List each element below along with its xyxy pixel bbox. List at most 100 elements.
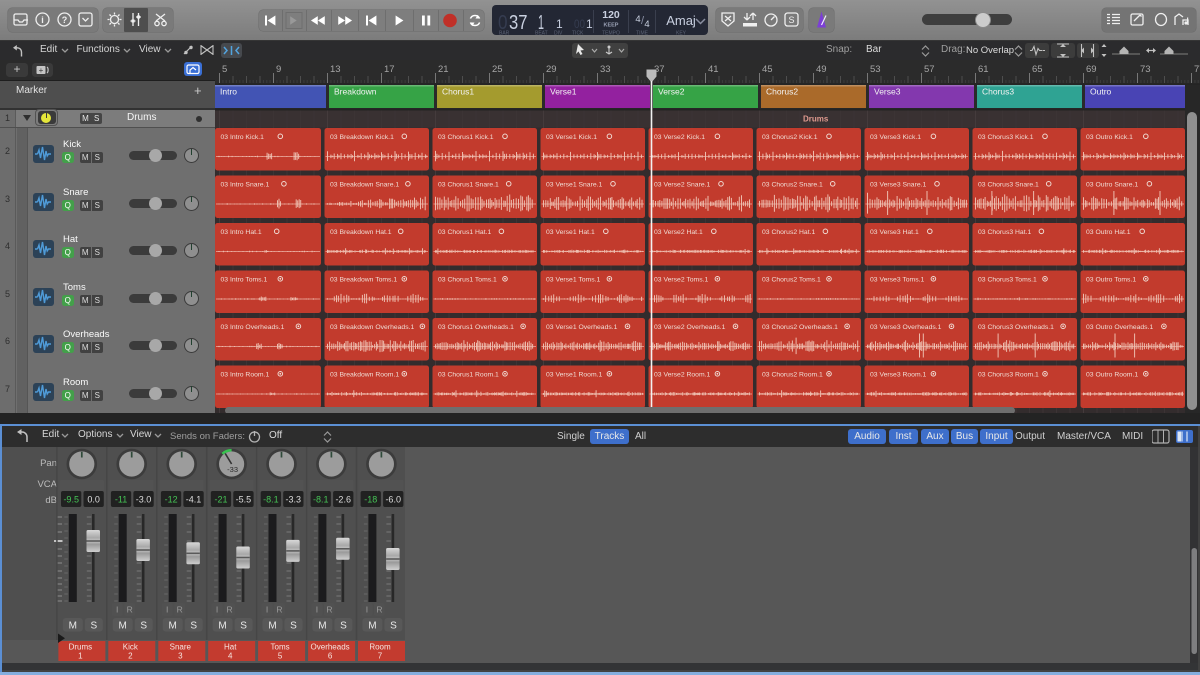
svg-text:TEMPO: TEMPO <box>602 31 620 36</box>
svg-text:DIV: DIV <box>554 31 563 36</box>
svg-text:03 Verse3 Toms.1: 03 Verse3 Toms.1 <box>870 277 925 284</box>
svg-text:03 Intro Room.1: 03 Intro Room.1 <box>221 372 270 379</box>
svg-text:03 Chorus3 Kick.1: 03 Chorus3 Kick.1 <box>978 134 1034 141</box>
svg-text:03 Verse2 Room.1: 03 Verse2 Room.1 <box>654 372 711 379</box>
svg-text:Drums: Drums <box>803 115 829 124</box>
svg-text:Breakdown: Breakdown <box>334 87 377 97</box>
svg-text:-8.1: -8.1 <box>313 495 329 505</box>
svg-text:03 Chorus1 Hat.1: 03 Chorus1 Hat.1 <box>438 229 491 236</box>
svg-text:69: 69 <box>1086 64 1097 75</box>
svg-text:03 Verse3 Kick.1: 03 Verse3 Kick.1 <box>870 134 921 141</box>
svg-text:03 Chorus2 Hat.1: 03 Chorus2 Hat.1 <box>762 229 815 236</box>
svg-text:13: 13 <box>330 64 341 75</box>
svg-text:Drums: Drums <box>69 643 93 652</box>
svg-text:03 Breakdown Overheads.1: 03 Breakdown Overheads.1 <box>330 324 414 331</box>
svg-text:BAR: BAR <box>499 31 510 36</box>
svg-text:M: M <box>69 621 77 632</box>
svg-text:+: + <box>39 66 44 75</box>
svg-text:00: 00 <box>574 17 585 31</box>
svg-text:-2.6: -2.6 <box>335 495 351 505</box>
svg-text:I: I <box>366 605 368 615</box>
svg-text:-11: -11 <box>115 495 127 505</box>
svg-text:03 Verse1 Hat.1: 03 Verse1 Hat.1 <box>546 229 595 236</box>
svg-text:03 Outro Room.1: 03 Outro Room.1 <box>1086 372 1138 379</box>
svg-text:3: 3 <box>178 652 183 661</box>
svg-text:03 Chorus3 Hat.1: 03 Chorus3 Hat.1 <box>978 229 1031 236</box>
svg-text:S: S <box>90 621 97 632</box>
svg-text:03 Chorus1 Toms.1: 03 Chorus1 Toms.1 <box>438 277 497 284</box>
svg-text:21: 21 <box>438 64 449 75</box>
svg-text:41: 41 <box>708 64 719 75</box>
svg-text:03 Verse2 Snare.1: 03 Verse2 Snare.1 <box>654 182 711 189</box>
svg-text:4: 4 <box>644 19 649 30</box>
svg-text:7: 7 <box>378 652 383 661</box>
svg-text:Verse3: Verse3 <box>874 87 901 97</box>
svg-text:-33: -33 <box>227 465 238 474</box>
svg-text:03 Breakdown Snare.1: 03 Breakdown Snare.1 <box>330 182 399 189</box>
svg-text:S: S <box>290 621 297 632</box>
svg-text:03 Chorus3 Overheads.1: 03 Chorus3 Overheads.1 <box>978 324 1054 331</box>
svg-text:S: S <box>340 621 347 632</box>
svg-text:120: 120 <box>602 9 620 21</box>
svg-text:03 Chorus3 Room.1: 03 Chorus3 Room.1 <box>978 372 1039 379</box>
svg-text:S: S <box>390 621 397 632</box>
svg-text:S: S <box>240 621 247 632</box>
svg-text:Chorus2: Chorus2 <box>766 87 798 97</box>
svg-text:I: I <box>316 605 318 615</box>
svg-text:-5.5: -5.5 <box>236 495 252 505</box>
svg-text:M: M <box>218 621 226 632</box>
svg-text:I: I <box>216 605 218 615</box>
svg-text:03 Verse3 Snare.1: 03 Verse3 Snare.1 <box>870 182 927 189</box>
svg-text:03 Intro Kick.1: 03 Intro Kick.1 <box>221 134 265 141</box>
svg-text:M: M <box>368 621 376 632</box>
svg-text:I: I <box>116 605 118 615</box>
svg-text:dB: dB <box>45 495 57 506</box>
svg-text:03 Chorus3 Snare.1: 03 Chorus3 Snare.1 <box>978 182 1039 189</box>
svg-text:03 Breakdown Hat.1: 03 Breakdown Hat.1 <box>330 229 392 236</box>
svg-text:03 Chorus3 Toms.1: 03 Chorus3 Toms.1 <box>978 277 1037 284</box>
svg-text:03 Intro Overheads.1: 03 Intro Overheads.1 <box>221 324 285 331</box>
svg-text:Overheads: Overheads <box>311 643 350 652</box>
svg-text:03 Chorus2 Room.1: 03 Chorus2 Room.1 <box>762 372 823 379</box>
svg-text:9: 9 <box>276 64 281 75</box>
svg-text:03 Breakdown Toms.1: 03 Breakdown Toms.1 <box>330 277 397 284</box>
svg-text:03 Verse2 Kick.1: 03 Verse2 Kick.1 <box>654 134 705 141</box>
svg-text:03 Intro Hat.1: 03 Intro Hat.1 <box>221 229 262 236</box>
svg-text:-21: -21 <box>214 495 227 505</box>
svg-text:0.0: 0.0 <box>87 495 100 505</box>
svg-text:03 Breakdown Kick.1: 03 Breakdown Kick.1 <box>330 134 394 141</box>
svg-text:-12: -12 <box>165 495 178 505</box>
svg-text:4: 4 <box>228 652 233 661</box>
svg-text:03 Chorus1 Overheads.1: 03 Chorus1 Overheads.1 <box>438 324 514 331</box>
svg-text:03 Chorus2 Snare.1: 03 Chorus2 Snare.1 <box>762 182 823 189</box>
svg-text:KEEP: KEEP <box>604 23 619 29</box>
svg-text:03 Verse1 Kick.1: 03 Verse1 Kick.1 <box>546 134 597 141</box>
svg-text:2: 2 <box>128 652 133 661</box>
svg-text:03 Chorus1 Snare.1: 03 Chorus1 Snare.1 <box>438 182 499 189</box>
svg-text:03 Verse3 Room.1: 03 Verse3 Room.1 <box>870 372 927 379</box>
svg-text:03 Chorus2 Kick.1: 03 Chorus2 Kick.1 <box>762 134 818 141</box>
svg-text:Toms: Toms <box>271 643 290 652</box>
svg-text:Verse2: Verse2 <box>658 87 685 97</box>
svg-text:37: 37 <box>509 12 528 34</box>
svg-text:17: 17 <box>384 64 395 75</box>
svg-text:03 Chorus1 Room.1: 03 Chorus1 Room.1 <box>438 372 499 379</box>
svg-text:73: 73 <box>1140 64 1151 75</box>
svg-text:1: 1 <box>556 17 563 31</box>
svg-text:Chorus1: Chorus1 <box>442 87 474 97</box>
svg-text:-8.1: -8.1 <box>263 495 279 505</box>
svg-text:5: 5 <box>222 64 227 75</box>
svg-text:1: 1 <box>586 17 593 31</box>
svg-text:S: S <box>190 621 197 632</box>
svg-text:03 Outro Kick.1: 03 Outro Kick.1 <box>1086 134 1133 141</box>
svg-text:-18: -18 <box>364 495 377 505</box>
svg-text:03 Verse2 Toms.1: 03 Verse2 Toms.1 <box>654 277 709 284</box>
svg-text:03 Chorus2 Toms.1: 03 Chorus2 Toms.1 <box>762 277 821 284</box>
svg-text:65: 65 <box>1032 64 1043 75</box>
svg-text:77: 77 <box>1194 64 1200 75</box>
svg-text:03 Chorus2 Overheads.1: 03 Chorus2 Overheads.1 <box>762 324 838 331</box>
svg-text:R: R <box>326 605 332 615</box>
svg-text:03 Intro Snare.1: 03 Intro Snare.1 <box>221 182 270 189</box>
svg-text:Pan: Pan <box>40 458 57 469</box>
svg-text:M: M <box>119 621 127 632</box>
